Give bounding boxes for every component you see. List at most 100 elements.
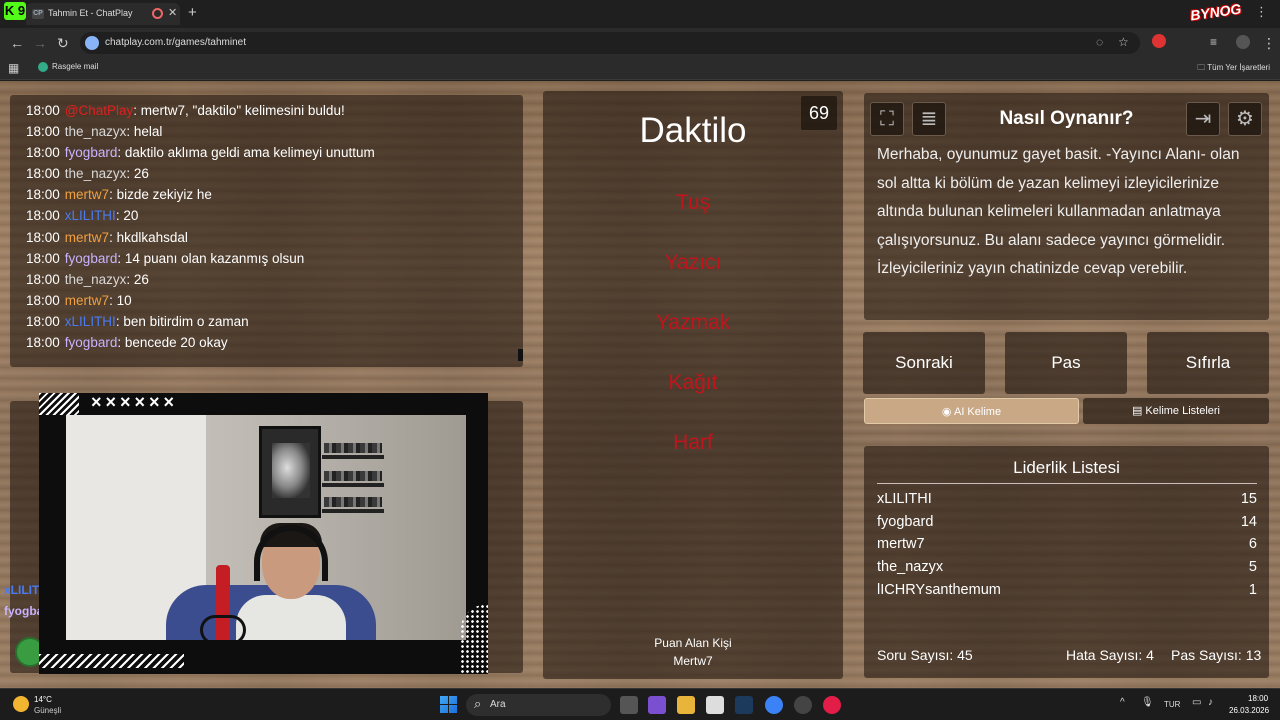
leaderboard-score: 14 xyxy=(1240,514,1257,530)
chat-time: 18:00 xyxy=(26,335,60,351)
scorer-name: Mertw7 xyxy=(673,654,713,668)
task-view-icon[interactable] xyxy=(620,696,638,714)
reload-icon[interactable]: ↻ xyxy=(57,35,69,52)
leaderboard-name: lICHRYsanthemum xyxy=(877,582,1001,598)
back-icon[interactable]: ← xyxy=(10,35,24,51)
site-info-icon[interactable] xyxy=(85,36,99,50)
browser-menu-icon[interactable]: ⋮ xyxy=(1262,35,1276,52)
chat-time: 18:00 xyxy=(26,187,60,203)
chat-time: 18:00 xyxy=(26,145,60,161)
tab-ai-word[interactable]: ◉ AI Kelime xyxy=(864,398,1079,424)
all-bookmarks[interactable]: 🗀 Tüm Yer İşaretleri xyxy=(1197,62,1270,76)
chat-user: the_nazyx xyxy=(64,124,127,140)
pass-count: Pas Sayısı: 13 xyxy=(1171,647,1262,663)
chat-scrollbar[interactable] xyxy=(518,349,523,361)
chrome-icon[interactable] xyxy=(765,696,783,714)
file-explorer-icon[interactable] xyxy=(677,696,695,714)
chat-message: 18:00 @ChatPlay: mertw7, "daktilo" kelime… xyxy=(26,100,507,121)
chat-message: 18:00 the_nazyx: helal xyxy=(26,121,507,142)
overlay-chat-fragment: fyogba xyxy=(4,604,44,618)
volume-icon[interactable]: ♪ xyxy=(1208,697,1213,708)
bookmark-item[interactable]: Rasgele mail xyxy=(38,62,98,72)
chat-user: fyogbard xyxy=(64,145,118,161)
chat-user: xLILITHI xyxy=(64,313,116,329)
chat-time: 18:00 xyxy=(26,250,60,266)
taskbar-search[interactable]: ⌕ Ara xyxy=(466,694,611,716)
browser-tab-active[interactable]: CP Tahmin Et - ChatPlay ✕ xyxy=(26,3,180,25)
leaderboard-divider xyxy=(877,483,1257,484)
search-placeholder: Ara xyxy=(490,699,506,710)
extension-red-icon[interactable] xyxy=(1152,34,1166,48)
chat-user: mertw7 xyxy=(64,292,110,308)
chat-time: 18:00 xyxy=(26,313,60,329)
chat-message: 18:00 mertw7: hkdlkahsdal xyxy=(26,227,507,248)
chat-message: 18:00 the_nazyx: 26 xyxy=(26,163,507,184)
network-icon[interactable]: ▭ xyxy=(1192,697,1201,708)
url-field[interactable]: chatplay.com.tr/games/tahminet ◌ ☆ xyxy=(80,32,1140,54)
forward-icon[interactable]: → xyxy=(33,35,47,51)
pass-button[interactable]: Pas xyxy=(1005,332,1127,394)
weather-temp: 14°C xyxy=(34,695,52,704)
chat-user: mertw7 xyxy=(64,229,110,245)
exit-icon[interactable]: ⇥ xyxy=(1186,102,1220,136)
weather-desc: Güneşli xyxy=(34,706,62,715)
window-menu-icon[interactable]: ⋮ xyxy=(1255,4,1268,20)
leaderboard-score: 15 xyxy=(1240,491,1257,507)
tab-word-lists[interactable]: ▤ Kelime Listeleri xyxy=(1083,398,1269,424)
extensions-icon[interactable]: ≡ xyxy=(1210,35,1217,49)
apps-grid-icon[interactable]: ▦ xyxy=(8,61,19,75)
url-text: chatplay.com.tr/games/tahminet xyxy=(105,37,246,48)
how-to-play-title: Nasıl Oynanır? xyxy=(999,108,1134,129)
chat-user: mertw7 xyxy=(64,187,110,203)
webcam-shelf-items xyxy=(324,471,382,481)
chat-user: @ChatPlay xyxy=(64,103,134,118)
chat-message: 18:00 fyogbard: 14 puanı olan kazanmış ol… xyxy=(26,248,507,269)
chat-time: 18:00 xyxy=(26,292,60,308)
address-bar: ← → ↻ chatplay.com.tr/games/tahminet ◌ ☆… xyxy=(0,28,1280,58)
fullscreen-icon[interactable]: ⛶ xyxy=(870,102,904,136)
leaderboard-score: 6 xyxy=(1248,536,1257,552)
chat-text: : hkdlkahsdal xyxy=(109,229,188,245)
copilot-icon[interactable] xyxy=(648,696,666,714)
close-tab-icon[interactable]: ✕ xyxy=(168,6,177,19)
overlay-stripes xyxy=(39,393,79,415)
kick-app-icon[interactable]: K 9 xyxy=(4,2,26,20)
windows-taskbar: 14°C Güneşli ⌕ Ara ^ 🎙 TUR ▭ ♪ 18:00 26.… xyxy=(0,688,1280,720)
bookmarks-bar: ▦ Rasgele mail 🗀 Tüm Yer İşaretleri xyxy=(0,58,1280,80)
store-icon[interactable] xyxy=(706,696,724,714)
chat-time: 18:00 xyxy=(26,208,60,224)
reset-button[interactable]: Sıfırla xyxy=(1147,332,1269,394)
leaderboard-name: xLILITHI xyxy=(877,491,932,507)
leaderboard-row: lICHRYsanthemum 1 xyxy=(877,582,1257,604)
notes-icon[interactable]: ≣ xyxy=(912,102,946,136)
browser-tabbar: K 9 CP Tahmin Et - ChatPlay ✕ + BYNOG ⋮ xyxy=(0,0,1280,28)
obs-icon[interactable] xyxy=(794,696,812,714)
tab-word-lists-label: Kelime Listeleri xyxy=(1145,405,1221,417)
new-tab-button[interactable]: + xyxy=(188,4,197,21)
bookmark-star-icon[interactable]: ☆ xyxy=(1118,35,1129,49)
settings-gear-icon[interactable]: ⚙ xyxy=(1228,102,1262,136)
tray-chevron-icon[interactable]: ^ xyxy=(1120,697,1125,708)
eye-off-icon[interactable]: ◌ xyxy=(1096,35,1103,49)
overlay-x-marks: ×××××× xyxy=(91,392,179,412)
chat-user: the_nazyx xyxy=(64,166,127,182)
ai-icon: ◉ xyxy=(941,406,954,418)
language-indicator[interactable]: TUR xyxy=(1164,700,1180,709)
steam-icon[interactable] xyxy=(735,696,753,714)
windows-start-icon[interactable] xyxy=(440,696,457,713)
app-red-icon[interactable] xyxy=(823,696,841,714)
bookmark-label: Rasgele mail xyxy=(52,62,99,72)
sun-icon[interactable] xyxy=(13,696,29,712)
next-button[interactable]: Sonraki xyxy=(863,332,985,394)
leaderboard-name: the_nazyx xyxy=(877,559,944,575)
leaderboard-row: xLILITHI 15 xyxy=(877,491,1257,513)
leaderboard-score: 5 xyxy=(1248,559,1257,575)
how-to-play-text: Merhaba, oyunumuz gayet basit. -Yayıncı … xyxy=(877,146,1240,277)
chat-message: 18:00 fyogbard: daktilo aklıma geldi ama … xyxy=(26,142,507,163)
chat-text: : daktilo aklıma geldi ama kelimeyi unut… xyxy=(117,145,375,161)
profile-avatar[interactable] xyxy=(1236,35,1250,49)
clock-time[interactable]: 18:00 xyxy=(1248,694,1268,703)
list-icon: ▤ xyxy=(1131,405,1146,417)
clock-date[interactable]: 26.03.2026 xyxy=(1229,706,1269,715)
mic-tray-icon[interactable]: 🎙 xyxy=(1141,697,1154,708)
